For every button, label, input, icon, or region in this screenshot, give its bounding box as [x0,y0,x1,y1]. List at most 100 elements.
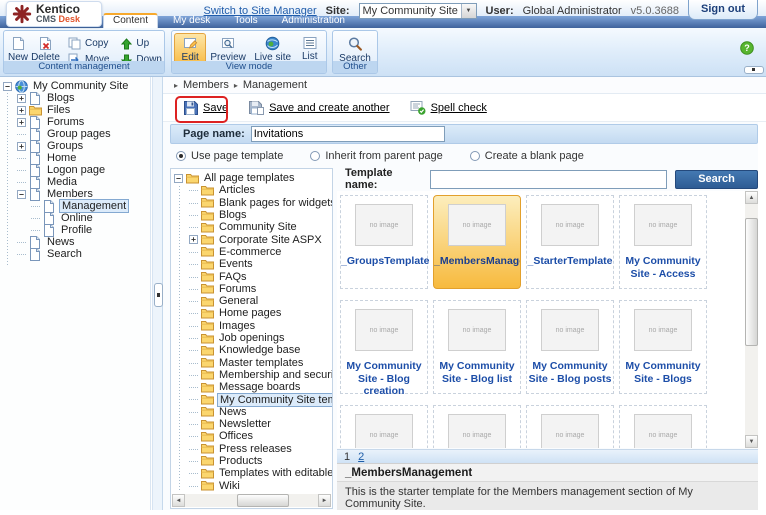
tree-item-label[interactable]: My Community Site templates [217,392,332,407]
scrollbar-down-button[interactable]: ▼ [745,435,758,448]
tree-item-label[interactable]: Corporate Site ASPX [217,234,324,246]
template-category-events[interactable]: Events [171,258,332,270]
tree-item-label[interactable]: Management [59,199,130,213]
radio-selected-icon[interactable] [176,151,186,161]
template-category-my-community-site-templates[interactable]: My Community Site templates [171,392,332,407]
radio-option-use-page-template[interactable]: Use page template [176,150,283,162]
template-card-9[interactable]: no image [340,405,428,448]
tree-item-label[interactable]: Group pages [45,128,113,140]
expand-plus-icon[interactable]: + [17,117,26,127]
expand-plus-icon[interactable]: + [189,235,198,245]
content-tree-item-groups[interactable]: + Groups [0,139,150,153]
tree-item-label[interactable]: Master templates [217,357,305,369]
template-category-offices[interactable]: Offices [171,430,332,442]
scrollbar-track[interactable] [185,494,318,507]
tree-item-label[interactable]: Blogs [45,92,77,104]
tree-item-label[interactable]: Knowledge base [217,344,302,356]
template-category-general[interactable]: General [171,295,332,307]
tree-item-label[interactable]: News [45,236,77,248]
template-category-newsletter[interactable]: Newsletter [171,418,332,430]
radio-option-inherit-from-parent[interactable]: Inherit from parent page [310,150,443,162]
content-tree-item-group-pages[interactable]: Group pages [0,127,150,141]
template-card-my-community-site-blog-creation[interactable]: no image My Community Site - Blog creatio… [340,300,428,397]
tree-item-label[interactable]: All page templates [202,172,297,184]
scrollbar-left-button[interactable]: ◄ [172,494,185,507]
tree-item-label[interactable]: Online [59,212,95,224]
template-card-startertemplate[interactable]: no image _StarterTemplate [526,195,614,289]
tree-item-label[interactable]: Message boards [217,381,302,393]
tree-item-label[interactable]: Events [217,258,255,270]
tree-item-label[interactable]: Groups [45,140,85,152]
page-number-link[interactable]: 2 [358,451,364,463]
tree-item-label[interactable]: Blank pages for widgets [217,197,332,209]
tree-item-label[interactable]: E-commerce [217,246,283,258]
template-card-11[interactable]: no image [526,405,614,448]
content-tree-item-blogs[interactable]: + Blogs [0,91,150,105]
content-tree-item-logon-page[interactable]: Logon page [0,163,150,177]
scrollbar-up-button[interactable]: ▲ [745,191,758,204]
panel-collapse-handle[interactable] [744,66,764,74]
breadcrumb-item-members[interactable]: Members [183,79,229,91]
template-card-groupstemplate[interactable]: no image _GroupsTemplate [340,195,430,289]
template-name-input[interactable] [429,169,668,189]
template-category-master-templates[interactable]: Master templates [171,356,332,369]
tree-item-label[interactable]: Newsletter [217,418,273,430]
content-tree-item-profile[interactable]: Profile [0,223,150,237]
template-category-news[interactable]: News [171,406,332,418]
template-card-10[interactable]: no image [433,405,521,448]
site-select[interactable]: My Community Site ▼ [358,3,477,19]
template-category-blank-pages-for-widgets[interactable]: Blank pages for widgets [171,197,332,209]
tree-item-label[interactable]: Media [45,176,79,188]
switch-to-site-manager-link[interactable]: Switch to Site Manager [204,5,317,17]
collapse-minus-icon[interactable]: − [174,173,183,183]
help-icon[interactable]: ? [740,41,754,55]
save-button[interactable]: Save [183,100,228,115]
template-search-button[interactable]: Search [675,169,758,189]
template-category-faqs[interactable]: FAQs [171,270,332,283]
page-number-current[interactable]: 1 [344,451,350,463]
tree-item-label[interactable]: Community Site [217,221,299,233]
template-category-corporate-site-aspx[interactable]: + Corporate Site ASPX [171,233,332,246]
content-tree-item-forums[interactable]: + Forums [0,115,150,129]
radio-unselected-icon[interactable] [469,151,480,161]
template-category-community-site[interactable]: Community Site [171,221,332,233]
tree-item-label[interactable]: News [217,406,249,418]
save-and-create-another-button[interactable]: Save and create another [248,100,390,115]
copy-button[interactable]: Copy [68,37,109,50]
splitter-handle[interactable] [154,283,163,307]
content-tree-item-search[interactable]: Search [0,247,150,261]
horizontal-scrollbar[interactable]: ◄ ► [172,494,331,507]
collapse-minus-icon[interactable]: − [17,189,26,199]
expand-plus-icon[interactable]: + [17,93,26,103]
up-button[interactable]: Up [121,37,162,50]
template-card-12[interactable]: no image [619,405,707,448]
template-category-job-openings[interactable]: Job openings [171,332,332,344]
page-name-input[interactable] [250,126,445,142]
template-category-wiki[interactable]: Wiki [171,479,332,492]
expand-plus-icon[interactable]: + [17,141,26,151]
tree-item-label[interactable]: Blogs [217,209,249,221]
tree-item-label[interactable]: My Community Site [31,80,130,92]
tree-item-label[interactable]: Templates with editable regio [217,467,332,479]
spell-check-button[interactable]: Spell check [410,100,487,115]
tree-item-label[interactable]: Job openings [217,332,286,344]
content-tree-item-media[interactable]: Media [0,175,150,189]
content-tree-item-files[interactable]: + Files [0,104,150,116]
tree-item-label[interactable]: FAQs [217,271,249,283]
tree-item-label[interactable]: Logon page [45,164,107,176]
template-category-blogs[interactable]: Blogs [171,209,332,221]
tree-item-label[interactable]: Wiki [217,480,242,492]
template-card-my-community-site-blogs[interactable]: no image My Community Site - Blogs [619,300,707,394]
content-tree-item-my-community-site[interactable]: − My Community Site [0,79,150,93]
template-category-press-releases[interactable]: Press releases [171,443,332,455]
template-category-e-commerce[interactable]: E-commerce [171,246,332,258]
tree-item-label[interactable]: Home [45,152,78,164]
breadcrumb-item-management[interactable]: Management [243,79,307,91]
tree-item-label[interactable]: General [217,295,260,307]
radio-option-create-blank-page[interactable]: Create a blank page [469,150,584,162]
scrollbar-thumb[interactable] [745,218,758,346]
scrollbar-right-button[interactable]: ► [318,494,331,507]
vertical-scrollbar[interactable]: ▲ ▼ [745,191,758,448]
template-category-membership-and-security[interactable]: Membership and security [171,369,332,381]
radio-unselected-icon[interactable] [310,151,321,161]
